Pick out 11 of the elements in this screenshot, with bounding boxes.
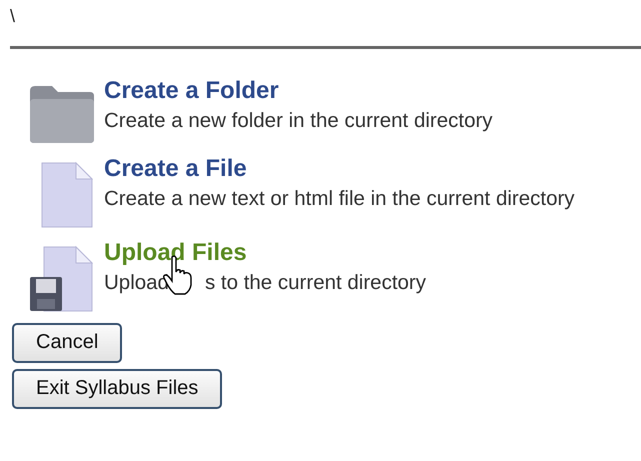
action-link[interactable]: Create a Folder: [104, 77, 279, 105]
document-with-floppy-icon: [28, 245, 96, 313]
action-link[interactable]: Create a File: [104, 155, 247, 183]
action-description: Create a new folder in the current directory: [104, 108, 493, 134]
path-text: \: [10, 6, 16, 28]
action-link[interactable]: Upload Files: [104, 239, 247, 267]
action-description: s to the current directory: [204, 270, 426, 296]
form-button[interactable]: Cancel: [12, 323, 122, 363]
form-button[interactable]: Exit Syllabus Files: [12, 369, 222, 409]
folder-icon: [28, 83, 96, 145]
action-description: Create a new text or html file in the current directory: [104, 186, 575, 212]
